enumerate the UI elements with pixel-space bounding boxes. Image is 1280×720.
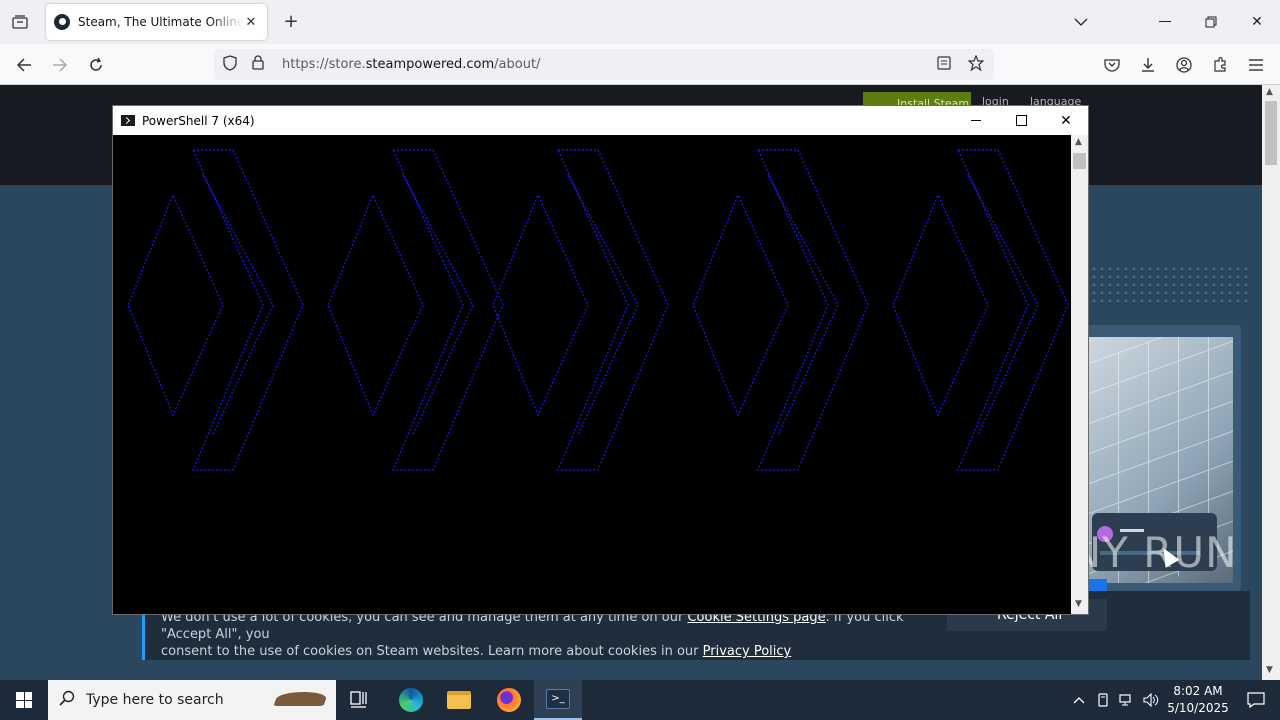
scrollbar-thumb[interactable] xyxy=(1265,101,1277,165)
powershell-window: PowerShell 7 (x64) ✕ ▲ ▼ xyxy=(112,105,1089,615)
taskbar-firefox[interactable] xyxy=(485,680,533,720)
start-button[interactable] xyxy=(0,680,48,720)
pocket-icon[interactable] xyxy=(1099,52,1125,78)
ascii-glyph xyxy=(127,149,304,471)
folder-icon xyxy=(447,691,471,709)
tray-volume-icon[interactable] xyxy=(1140,680,1162,720)
taskbar-clock[interactable]: 8:02 AM 5/10/2025 xyxy=(1160,683,1236,717)
powershell-taskbar-icon: >_ xyxy=(546,689,570,709)
reload-icon[interactable] xyxy=(83,52,109,78)
search-placeholder: Type here to search xyxy=(86,692,224,708)
powershell-console[interactable] xyxy=(113,135,1071,614)
powershell-titlebar[interactable]: PowerShell 7 (x64) ✕ xyxy=(113,106,1088,135)
ascii-glyph xyxy=(492,149,669,471)
edge-icon xyxy=(399,688,423,712)
steam-favicon-icon xyxy=(54,14,70,30)
tray-chevron-up-icon[interactable] xyxy=(1068,680,1090,720)
powershell-icon xyxy=(121,115,135,126)
windows-taskbar: Type here to search >_ 8:02 AM 5/10/2025 xyxy=(0,680,1280,720)
url-prefix: https://store. xyxy=(282,57,366,72)
cookie-text-part: consent to the use of cookies on Steam w… xyxy=(161,644,703,659)
ps-minimize-button[interactable] xyxy=(953,106,999,135)
account-icon[interactable] xyxy=(1171,52,1197,78)
tray-device-icon[interactable] xyxy=(1092,680,1114,720)
ascii-glyph xyxy=(892,149,1069,471)
url-text[interactable]: https://store.steampowered.com/about/ xyxy=(282,57,928,72)
ascii-stroke xyxy=(492,193,589,417)
tab-title: Steam, The Ultimate Online Game Platform xyxy=(78,15,243,29)
clock-date: 5/10/2025 xyxy=(1167,701,1229,715)
powershell-title: PowerShell 7 (x64) xyxy=(142,113,255,128)
ascii-stroke xyxy=(957,149,1069,471)
ps-scroll-up-arrow-icon[interactable]: ▲ xyxy=(1075,137,1082,147)
tab-overflow-chevron-icon[interactable] xyxy=(1066,8,1096,36)
notification-center-icon[interactable] xyxy=(1236,680,1276,720)
downloads-icon[interactable] xyxy=(1135,52,1161,78)
scroll-up-arrow-icon[interactable]: ▲ xyxy=(1266,87,1273,97)
taskbar-search-box[interactable]: Type here to search xyxy=(48,680,336,720)
url-path: /about/ xyxy=(494,57,541,72)
new-tab-button[interactable]: + xyxy=(280,11,302,33)
page-scrollbar[interactable]: ▲ ▼ xyxy=(1262,85,1280,680)
windows-logo-icon xyxy=(16,692,32,708)
extensions-icon[interactable] xyxy=(1207,52,1233,78)
menu-hamburger-icon[interactable] xyxy=(1243,52,1269,78)
task-view-button[interactable] xyxy=(336,680,384,720)
reader-view-icon[interactable] xyxy=(932,55,956,74)
back-arrow-icon[interactable] xyxy=(11,52,37,78)
scroll-down-arrow-icon[interactable]: ▼ xyxy=(1266,665,1273,675)
lock-icon[interactable] xyxy=(246,55,270,74)
ascii-stroke xyxy=(127,193,224,417)
ascii-stroke xyxy=(757,149,869,471)
forward-arrow-icon[interactable] xyxy=(47,52,73,78)
privacy-policy-link[interactable]: Privacy Policy xyxy=(703,644,792,659)
ps-scroll-down-arrow-icon[interactable]: ▼ xyxy=(1075,599,1082,609)
address-bar[interactable]: https://store.steampowered.com/about/ xyxy=(214,49,994,80)
ps-maximize-button[interactable] xyxy=(998,106,1044,135)
ascii-stroke xyxy=(692,193,789,417)
shield-icon[interactable] xyxy=(218,54,242,75)
ascii-glyph xyxy=(692,149,869,471)
ascii-stroke xyxy=(392,149,504,471)
browser-nav-bar: https://store.steampowered.com/about/ xyxy=(0,44,1280,85)
ascii-stroke xyxy=(192,149,304,471)
bookmark-star-icon[interactable] xyxy=(964,53,988,75)
ascii-glyph xyxy=(327,149,504,471)
ascii-stroke xyxy=(892,193,989,417)
list-all-tabs-icon[interactable] xyxy=(8,10,32,34)
taskbar-edge[interactable] xyxy=(387,680,435,720)
close-tab-icon[interactable]: ✕ xyxy=(243,15,259,30)
close-window-button[interactable]: ✕ xyxy=(1242,8,1272,36)
task-view-icon xyxy=(350,691,367,708)
taskbar-file-explorer[interactable] xyxy=(435,680,483,720)
ascii-art-banner xyxy=(127,149,1069,471)
url-domain: steampowered.com xyxy=(365,57,495,72)
ps-scrollbar-thumb[interactable] xyxy=(1073,153,1086,169)
search-icon xyxy=(48,690,86,710)
minimize-window-button[interactable] xyxy=(1150,8,1180,36)
decorative-dots xyxy=(1090,265,1250,305)
browser-tab-bar: Steam, The Ultimate Online Game Platform… xyxy=(0,0,1280,44)
taskbar-powershell[interactable]: >_ xyxy=(534,680,582,720)
firefox-icon xyxy=(497,688,521,712)
cookie-text: We don't use a lot of cookies, you can s… xyxy=(161,609,941,660)
ps-close-button[interactable]: ✕ xyxy=(1043,106,1089,135)
tray-network-icon[interactable] xyxy=(1116,680,1138,720)
ascii-stroke xyxy=(327,193,424,417)
ps-scrollbar[interactable]: ▲ ▼ xyxy=(1071,135,1088,614)
ascii-stroke xyxy=(557,149,669,471)
restore-window-button[interactable] xyxy=(1196,8,1226,36)
clock-time: 8:02 AM xyxy=(1173,684,1223,698)
browser-tab-steam[interactable]: Steam, The Ultimate Online Game Platform… xyxy=(46,4,267,40)
search-highlight-bird-icon xyxy=(266,682,336,718)
